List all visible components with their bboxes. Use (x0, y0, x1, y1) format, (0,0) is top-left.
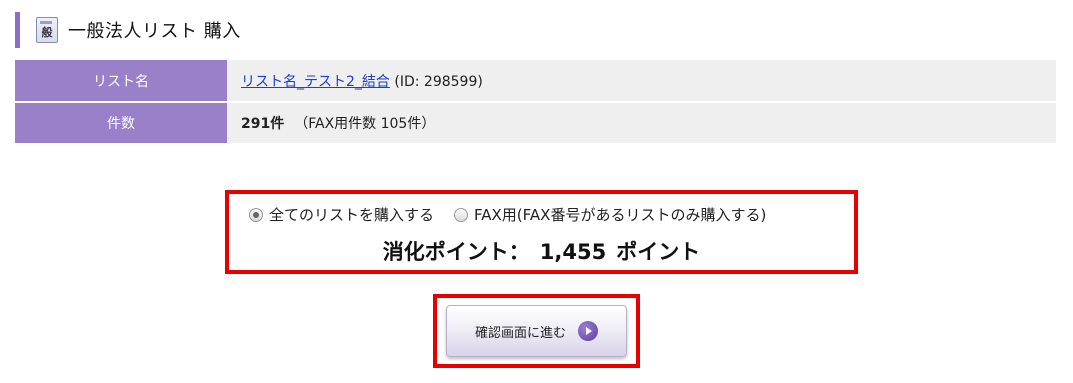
points-summary: 消化ポイント： 1,455 ポイント (229, 236, 854, 266)
option-all-radio[interactable]: 全てのリストを購入する (249, 204, 434, 225)
radio-checked-icon[interactable] (249, 207, 263, 222)
count-label: 件数 (15, 102, 227, 145)
confirm-highlight-box: 確認画面に進む (433, 294, 640, 368)
option-fax-radio[interactable]: FAX用(FAX番号があるリストのみ購入する) (454, 204, 766, 225)
list-name-link[interactable]: リスト名_テスト2_結合 (241, 74, 390, 90)
list-name-cell: リスト名_テスト2_結合 (ID: 298599) (227, 60, 1056, 103)
page-title: 一般法人リスト 購入 (68, 21, 241, 42)
confirm-button-label: 確認画面に進む (474, 325, 566, 341)
count-value: 291件 (241, 116, 285, 132)
fax-count-text: （FAX用件数 105件） (294, 116, 436, 132)
option-fax-label: FAX用(FAX番号があるリストのみ購入する) (474, 206, 767, 224)
purchase-option-group: 全てのリストを購入する FAX用(FAX番号があるリストのみ購入する) (249, 204, 786, 225)
points-label: 消化ポイント： (382, 240, 530, 264)
option-all-label: 全てのリストを購入する (269, 206, 435, 224)
points-unit: ポイント (616, 240, 701, 264)
confirm-button[interactable]: 確認画面に進む (446, 305, 627, 357)
points-value: 1,455 (539, 240, 607, 264)
table-row: リスト名 リスト名_テスト2_結合 (ID: 298599) (15, 60, 1056, 103)
play-arrow-icon (578, 321, 598, 341)
list-info-table: リスト名 リスト名_テスト2_結合 (ID: 298599) 件数 291件 （F… (15, 60, 1056, 145)
list-name-label: リスト名 (15, 60, 227, 103)
list-id-text: (ID: 298599) (389, 73, 483, 90)
purchase-options-box: 全てのリストを購入する FAX用(FAX番号があるリストのみ購入する) 消化ポイ… (225, 190, 858, 274)
page-header: 般 一般法人リスト 購入 (15, 12, 241, 48)
radio-unchecked-icon[interactable] (454, 207, 469, 222)
count-cell: 291件 （FAX用件数 105件） (227, 102, 1056, 145)
table-row: 件数 291件 （FAX用件数 105件） (15, 102, 1056, 145)
document-icon: 般 (36, 17, 58, 43)
header-accent-bar (15, 12, 20, 48)
